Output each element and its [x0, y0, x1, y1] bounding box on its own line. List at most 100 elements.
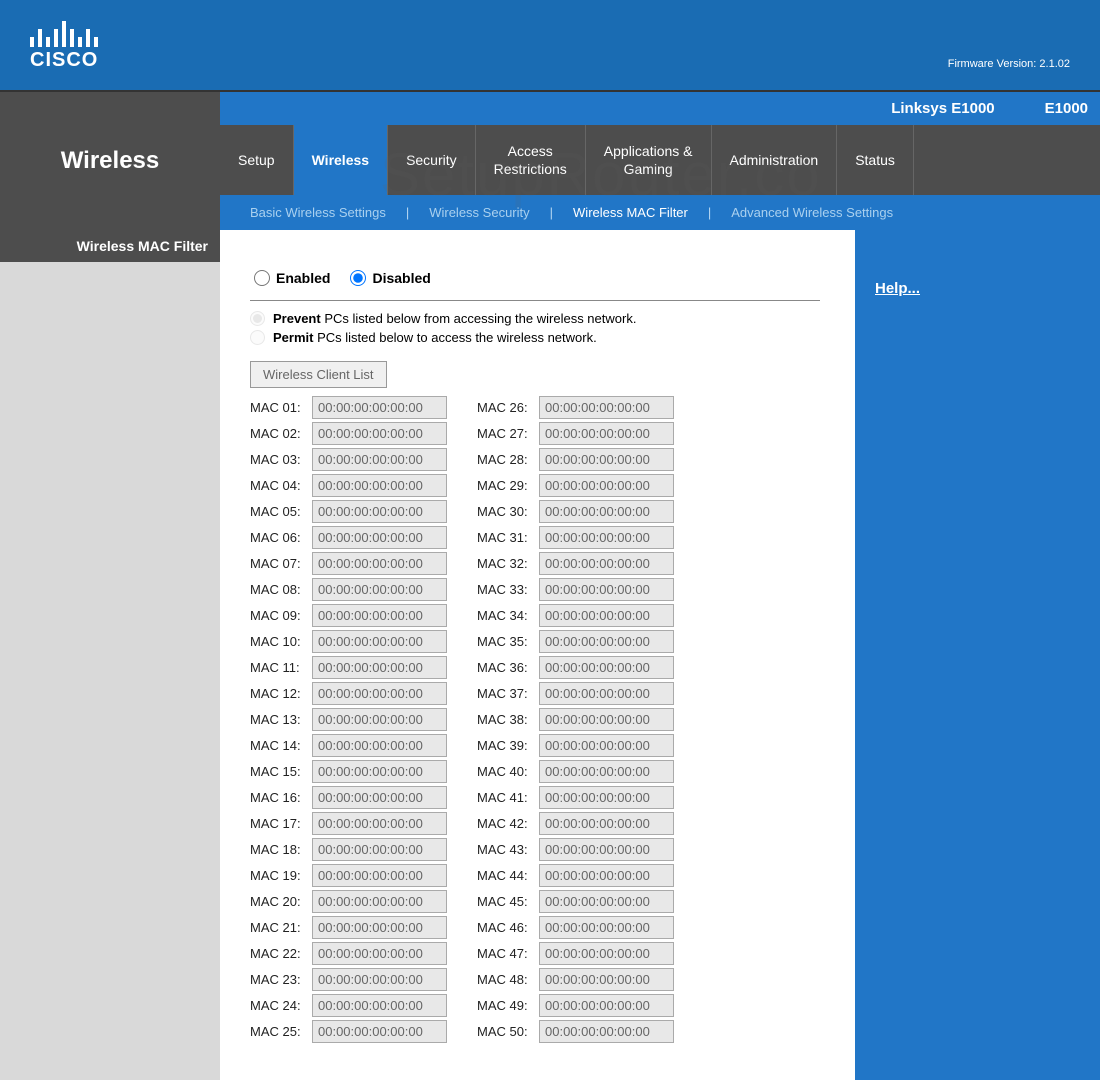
mac-input-13[interactable] [312, 708, 447, 731]
tab-wireless[interactable]: Wireless [294, 125, 388, 195]
mac-input-16[interactable] [312, 786, 447, 809]
mac-input-39[interactable] [539, 734, 674, 757]
mac-entry: MAC 29: [477, 474, 674, 497]
wireless-client-list-button[interactable]: Wireless Client List [250, 361, 387, 388]
mac-entry: MAC 43: [477, 838, 674, 861]
mac-input-4[interactable] [312, 474, 447, 497]
header-top: CISCO Firmware Version: 2.1.02 [0, 0, 1100, 90]
mac-input-8[interactable] [312, 578, 447, 601]
subtab-wireless-mac-filter[interactable]: Wireless MAC Filter [561, 205, 700, 220]
mac-label: MAC 18: [250, 842, 312, 857]
mac-input-45[interactable] [539, 890, 674, 913]
mac-input-43[interactable] [539, 838, 674, 861]
mac-entry: MAC 08: [250, 578, 447, 601]
mac-input-24[interactable] [312, 994, 447, 1017]
disabled-label[interactable]: Disabled [372, 270, 430, 286]
mac-input-29[interactable] [539, 474, 674, 497]
mac-input-34[interactable] [539, 604, 674, 627]
mac-label: MAC 15: [250, 764, 312, 779]
model-name: Linksys E1000 [891, 100, 994, 117]
mac-input-22[interactable] [312, 942, 447, 965]
mac-label: MAC 33: [477, 582, 539, 597]
mac-input-30[interactable] [539, 500, 674, 523]
mac-input-6[interactable] [312, 526, 447, 549]
prevent-radio[interactable] [250, 311, 265, 326]
subtab-basic-wireless-settings[interactable]: Basic Wireless Settings [238, 205, 398, 220]
mac-label: MAC 46: [477, 920, 539, 935]
tab-administration[interactable]: Administration [712, 125, 838, 195]
mac-input-44[interactable] [539, 864, 674, 887]
mac-label: MAC 50: [477, 1024, 539, 1039]
mac-input-48[interactable] [539, 968, 674, 991]
subtab-advanced-wireless-settings[interactable]: Advanced Wireless Settings [719, 205, 905, 220]
mac-input-49[interactable] [539, 994, 674, 1017]
mac-input-47[interactable] [539, 942, 674, 965]
mac-input-19[interactable] [312, 864, 447, 887]
mac-input-50[interactable] [539, 1020, 674, 1043]
mac-input-31[interactable] [539, 526, 674, 549]
mac-input-23[interactable] [312, 968, 447, 991]
mac-input-20[interactable] [312, 890, 447, 913]
mac-input-26[interactable] [539, 396, 674, 419]
enabled-label[interactable]: Enabled [276, 270, 330, 286]
mac-label: MAC 12: [250, 686, 312, 701]
permit-radio[interactable] [250, 330, 265, 345]
mac-input-21[interactable] [312, 916, 447, 939]
mac-entry: MAC 28: [477, 448, 674, 471]
center-panel: Enabled Disabled Prevent PCs listed belo… [220, 230, 855, 1080]
subtab-wireless-security[interactable]: Wireless Security [417, 205, 541, 220]
mac-entry: MAC 19: [250, 864, 447, 887]
mac-entry: MAC 41: [477, 786, 674, 809]
mac-input-37[interactable] [539, 682, 674, 705]
mac-input-27[interactable] [539, 422, 674, 445]
mac-input-18[interactable] [312, 838, 447, 861]
mac-label: MAC 16: [250, 790, 312, 805]
model-bar: Linksys E1000 E1000 [220, 90, 1100, 125]
mac-label: MAC 06: [250, 530, 312, 545]
mac-input-41[interactable] [539, 786, 674, 809]
tab-access-restrictions[interactable]: AccessRestrictions [476, 125, 586, 195]
mac-entry: MAC 34: [477, 604, 674, 627]
tab-status[interactable]: Status [837, 125, 914, 195]
mac-entry: MAC 02: [250, 422, 447, 445]
mac-input-15[interactable] [312, 760, 447, 783]
mac-input-1[interactable] [312, 396, 447, 419]
mac-input-32[interactable] [539, 552, 674, 575]
mac-entry: MAC 17: [250, 812, 447, 835]
mac-input-38[interactable] [539, 708, 674, 731]
mac-input-9[interactable] [312, 604, 447, 627]
help-link[interactable]: Help... [875, 280, 920, 297]
mac-input-36[interactable] [539, 656, 674, 679]
mac-input-2[interactable] [312, 422, 447, 445]
mac-input-28[interactable] [539, 448, 674, 471]
mac-label: MAC 20: [250, 894, 312, 909]
mac-entry: MAC 15: [250, 760, 447, 783]
mac-input-42[interactable] [539, 812, 674, 835]
tab-applications-gaming[interactable]: Applications &Gaming [586, 125, 712, 195]
mac-input-25[interactable] [312, 1020, 447, 1043]
mac-entry: MAC 36: [477, 656, 674, 679]
mac-input-12[interactable] [312, 682, 447, 705]
mac-input-11[interactable] [312, 656, 447, 679]
mac-input-7[interactable] [312, 552, 447, 575]
mac-input-33[interactable] [539, 578, 674, 601]
mac-label: MAC 41: [477, 790, 539, 805]
model-code: E1000 [1045, 100, 1088, 117]
separator: | [398, 205, 417, 220]
mac-entry: MAC 30: [477, 500, 674, 523]
mac-input-17[interactable] [312, 812, 447, 835]
mac-input-14[interactable] [312, 734, 447, 757]
mac-entry: MAC 21: [250, 916, 447, 939]
mac-input-46[interactable] [539, 916, 674, 939]
mac-input-40[interactable] [539, 760, 674, 783]
mac-label: MAC 48: [477, 972, 539, 987]
mac-input-35[interactable] [539, 630, 674, 653]
disabled-radio[interactable] [350, 270, 366, 286]
mac-input-10[interactable] [312, 630, 447, 653]
tab-security[interactable]: Security [388, 125, 476, 195]
mac-input-5[interactable] [312, 500, 447, 523]
enabled-radio[interactable] [254, 270, 270, 286]
mac-label: MAC 01: [250, 400, 312, 415]
tab-setup[interactable]: Setup [220, 125, 294, 195]
mac-input-3[interactable] [312, 448, 447, 471]
